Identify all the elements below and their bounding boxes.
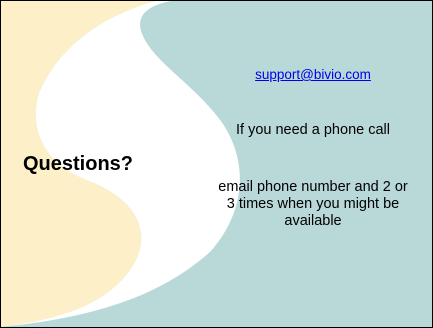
slide: Questions? support@bivio.com If you need… — [0, 0, 433, 328]
phone-call-note: If you need a phone call — [236, 122, 390, 138]
availability-note: email phone number and 2 or 3 times when… — [218, 179, 408, 229]
support-email-link[interactable]: support@bivio.com — [213, 67, 413, 82]
questions-heading: Questions? — [23, 153, 134, 175]
